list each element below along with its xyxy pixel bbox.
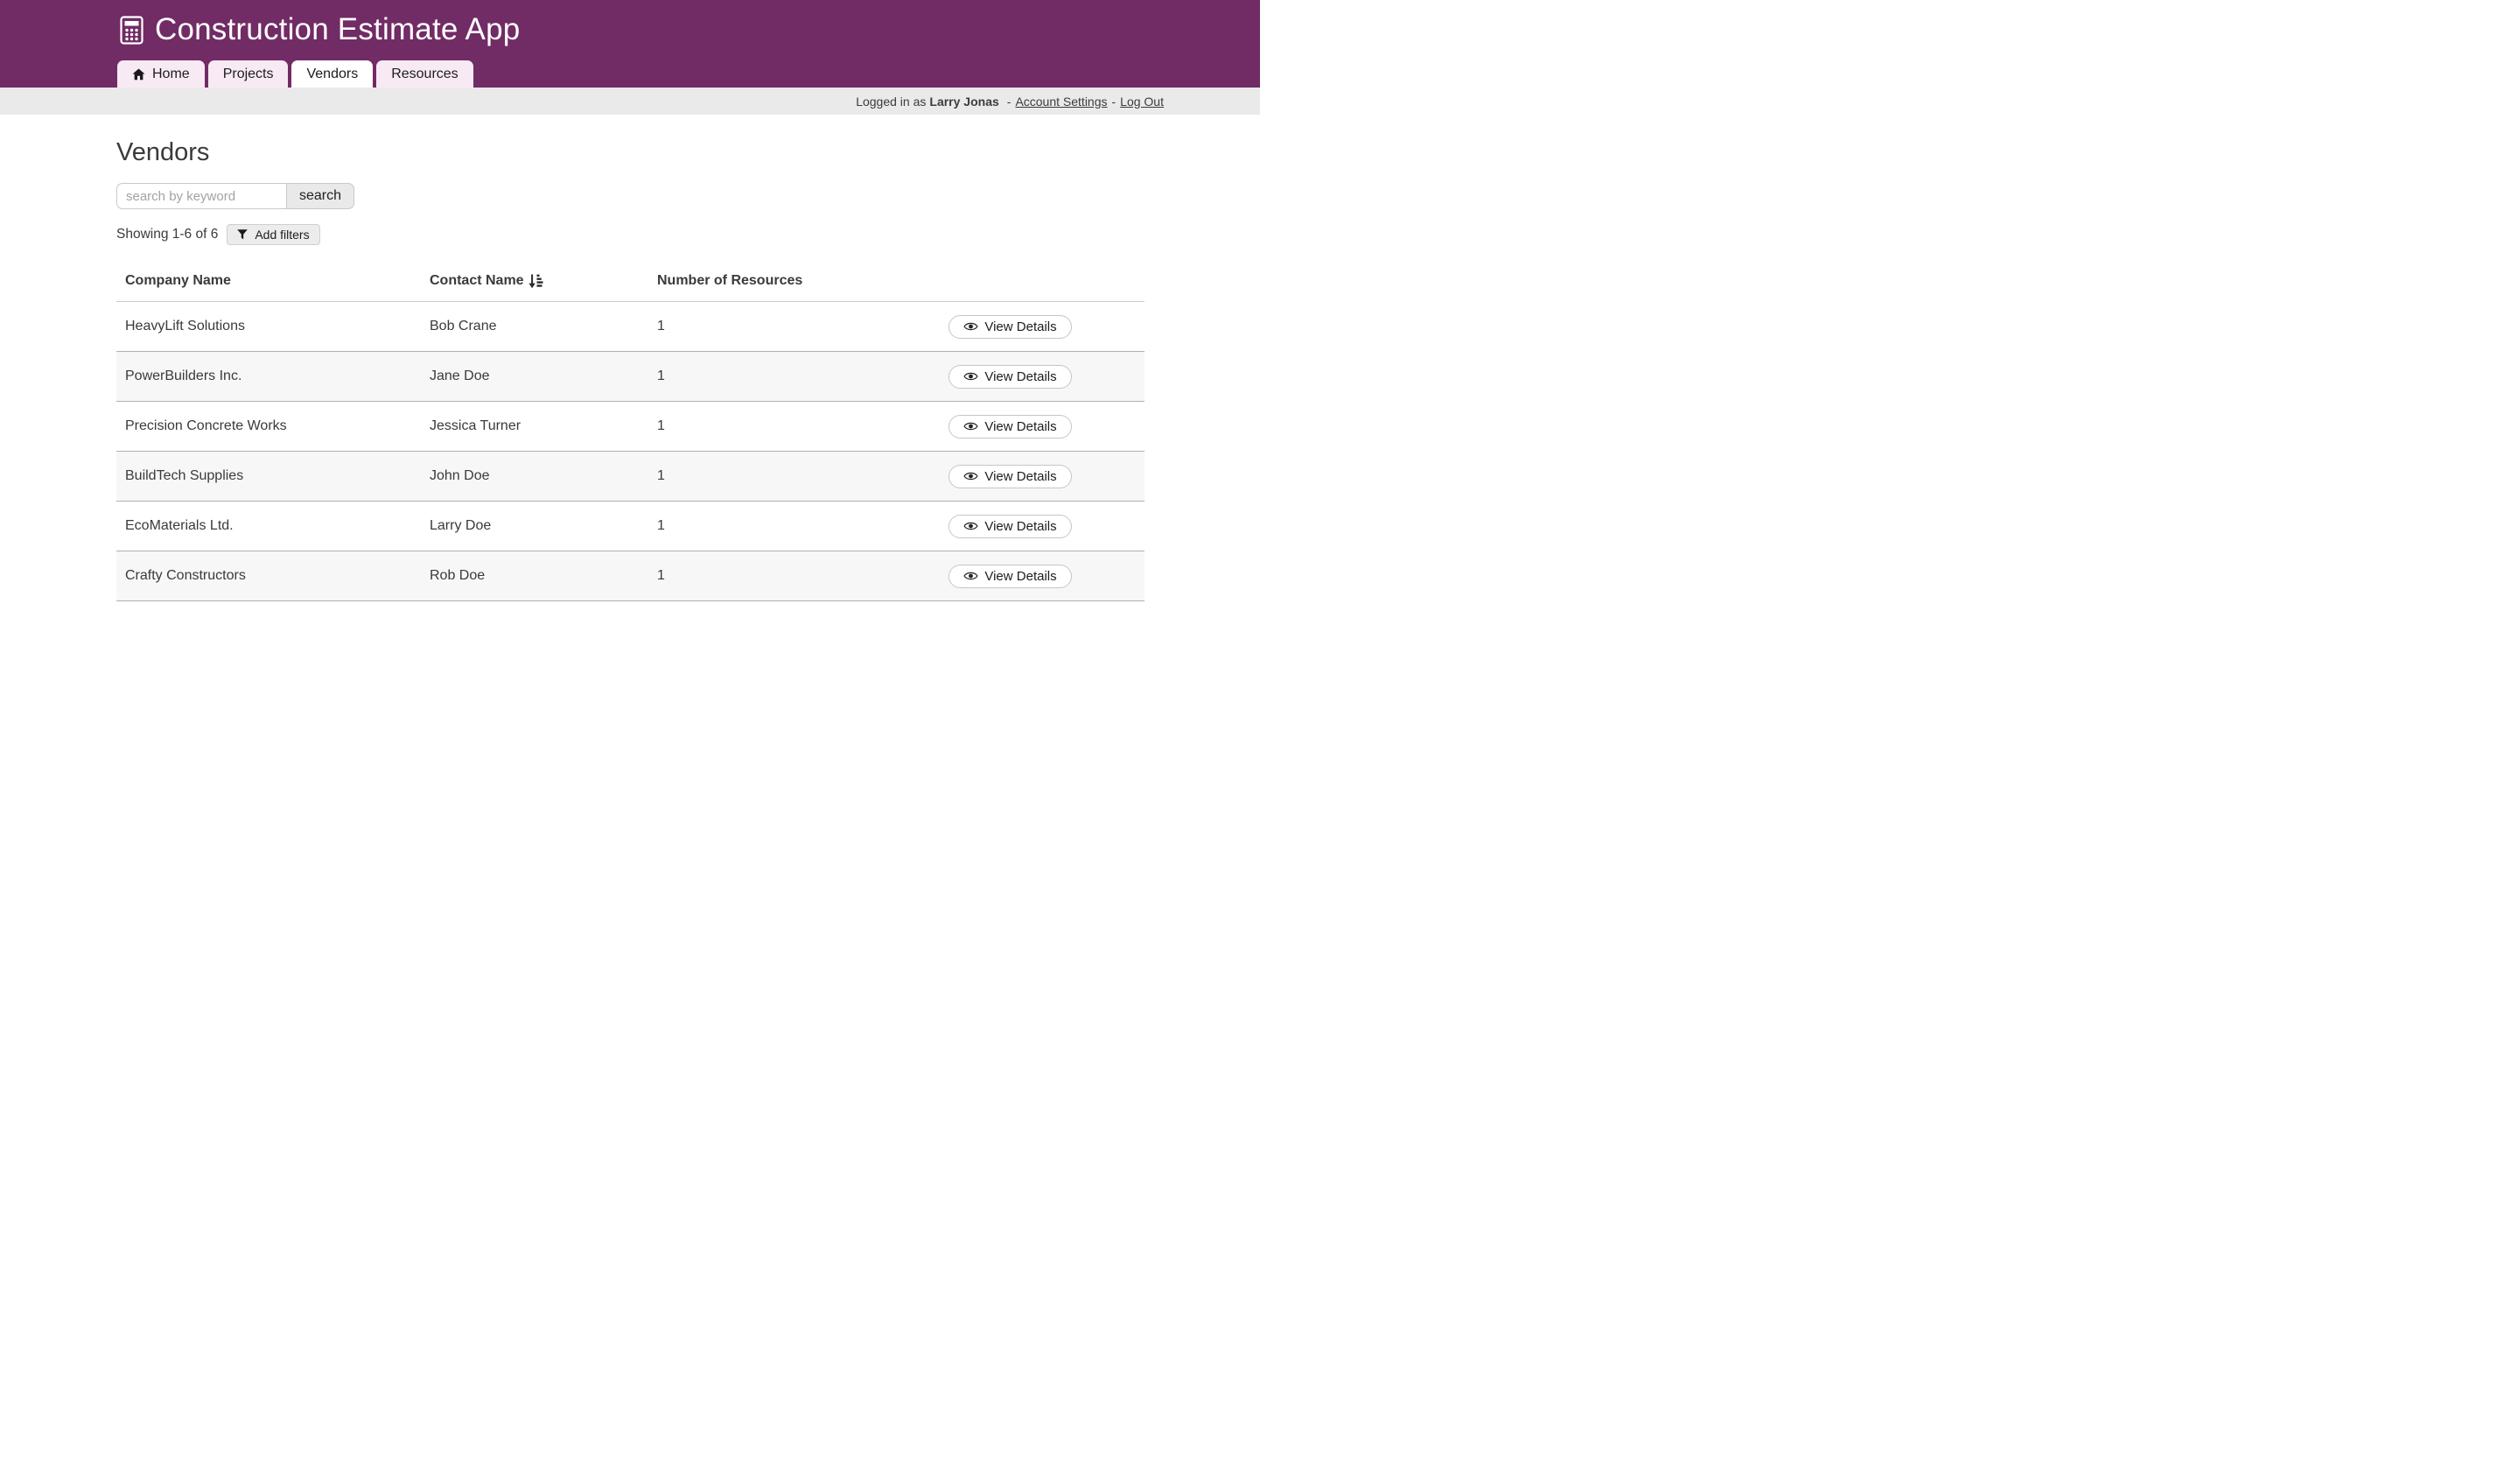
contact-name-cell: Bob Crane bbox=[421, 302, 648, 352]
contact-name-cell: Jane Doe bbox=[421, 352, 648, 402]
company-name-cell: BuildTech Supplies bbox=[116, 452, 421, 502]
eye-icon bbox=[963, 471, 978, 481]
logged-in-username: Larry Jonas bbox=[929, 95, 998, 109]
view-details-label: View Details bbox=[984, 569, 1056, 584]
company-name-cell: HeavyLift Solutions bbox=[116, 302, 421, 352]
view-details-button[interactable]: View Details bbox=[948, 415, 1071, 439]
tab-projects-label: Projects bbox=[223, 67, 274, 82]
vendor-table-header: Company Name Contact Name bbox=[116, 266, 1144, 302]
view-details-button[interactable]: View Details bbox=[948, 365, 1071, 389]
app-title: Construction Estimate App bbox=[155, 12, 520, 47]
contact-name-cell: Jessica Turner bbox=[421, 402, 648, 452]
tab-home[interactable]: Home bbox=[117, 60, 205, 88]
user-bar: Logged in as Larry Jonas - Account Setti… bbox=[0, 88, 1260, 115]
add-filters-button[interactable]: Add filters bbox=[227, 224, 319, 245]
contact-name-cell: John Doe bbox=[421, 452, 648, 502]
eye-icon bbox=[963, 521, 978, 531]
tab-projects[interactable]: Projects bbox=[208, 60, 289, 88]
tab-vendors-label: Vendors bbox=[306, 67, 358, 82]
view-details-label: View Details bbox=[984, 419, 1056, 434]
calculator-icon bbox=[120, 16, 144, 45]
eye-icon bbox=[963, 321, 978, 332]
eye-icon bbox=[963, 571, 978, 581]
nav-tabs: Home Projects Vendors Resources bbox=[117, 60, 473, 88]
separator: - bbox=[1007, 95, 1012, 109]
sort-ascending-icon[interactable] bbox=[528, 274, 543, 289]
eye-icon bbox=[963, 371, 978, 382]
company-name-cell: PowerBuilders Inc. bbox=[116, 352, 421, 402]
logged-in-prefix: Logged in as bbox=[856, 95, 926, 109]
company-name-cell: Precision Concrete Works bbox=[116, 402, 421, 452]
view-details-button[interactable]: View Details bbox=[948, 315, 1071, 339]
vendor-table: Company Name Contact Name bbox=[116, 266, 1144, 601]
tab-home-label: Home bbox=[152, 67, 190, 82]
view-details-button[interactable]: View Details bbox=[948, 515, 1071, 538]
page-title: Vendors bbox=[116, 138, 1260, 167]
resources-count-cell: 1 bbox=[648, 452, 867, 502]
home-icon bbox=[132, 68, 145, 81]
actions-cell: View Details bbox=[867, 452, 1144, 502]
table-row: Crafty Constructors Rob Doe 1 View Detai… bbox=[116, 551, 1144, 601]
eye-icon bbox=[963, 421, 978, 432]
brand: Construction Estimate App bbox=[0, 0, 1260, 47]
column-header-resources: Number of Resources bbox=[648, 266, 867, 302]
resources-count-cell: 1 bbox=[648, 302, 867, 352]
filter-icon bbox=[237, 229, 248, 240]
actions-cell: View Details bbox=[867, 352, 1144, 402]
contact-name-cell: Larry Doe bbox=[421, 502, 648, 551]
search-input[interactable] bbox=[116, 183, 286, 209]
app-header: Construction Estimate App Home Projects … bbox=[0, 0, 1260, 88]
table-row: HeavyLift Solutions Bob Crane 1 View Det… bbox=[116, 302, 1144, 352]
company-name-cell: Crafty Constructors bbox=[116, 551, 421, 601]
search-group: search bbox=[116, 183, 1260, 209]
resources-count-cell: 1 bbox=[648, 352, 867, 402]
column-header-company: Company Name bbox=[116, 266, 421, 302]
table-row: PowerBuilders Inc. Jane Doe 1 View Detai… bbox=[116, 352, 1144, 402]
resources-count-cell: 1 bbox=[648, 502, 867, 551]
table-row: EcoMaterials Ltd. Larry Doe 1 View Detai… bbox=[116, 502, 1144, 551]
view-details-label: View Details bbox=[984, 319, 1056, 334]
view-details-label: View Details bbox=[984, 369, 1056, 384]
tab-resources[interactable]: Resources bbox=[376, 60, 472, 88]
tab-resources-label: Resources bbox=[391, 67, 458, 82]
search-button[interactable]: search bbox=[286, 183, 354, 209]
column-header-actions bbox=[867, 266, 1144, 302]
tab-vendors[interactable]: Vendors bbox=[291, 60, 373, 88]
account-settings-link[interactable]: Account Settings bbox=[1015, 95, 1107, 109]
table-row: BuildTech Supplies John Doe 1 View Detai… bbox=[116, 452, 1144, 502]
table-row: Precision Concrete Works Jessica Turner … bbox=[116, 402, 1144, 452]
view-details-label: View Details bbox=[984, 469, 1056, 484]
vendor-table-body: HeavyLift Solutions Bob Crane 1 View Det… bbox=[116, 302, 1144, 601]
actions-cell: View Details bbox=[867, 402, 1144, 452]
add-filters-label: Add filters bbox=[255, 228, 309, 242]
view-details-button[interactable]: View Details bbox=[948, 465, 1071, 488]
column-header-contact: Contact Name bbox=[421, 266, 648, 302]
filter-row: Showing 1-6 of 6 Add filters bbox=[116, 224, 1260, 245]
actions-cell: View Details bbox=[867, 302, 1144, 352]
view-details-button[interactable]: View Details bbox=[948, 565, 1071, 588]
log-out-link[interactable]: Log Out bbox=[1120, 95, 1164, 109]
resources-count-cell: 1 bbox=[648, 551, 867, 601]
separator: - bbox=[1112, 95, 1116, 109]
resources-count-cell: 1 bbox=[648, 402, 867, 452]
main-content: Vendors search Showing 1-6 of 6 Add filt… bbox=[0, 115, 1260, 601]
actions-cell: View Details bbox=[867, 502, 1144, 551]
company-name-cell: EcoMaterials Ltd. bbox=[116, 502, 421, 551]
contact-name-cell: Rob Doe bbox=[421, 551, 648, 601]
showing-count-text: Showing 1-6 of 6 bbox=[116, 227, 218, 242]
actions-cell: View Details bbox=[867, 551, 1144, 601]
view-details-label: View Details bbox=[984, 519, 1056, 534]
